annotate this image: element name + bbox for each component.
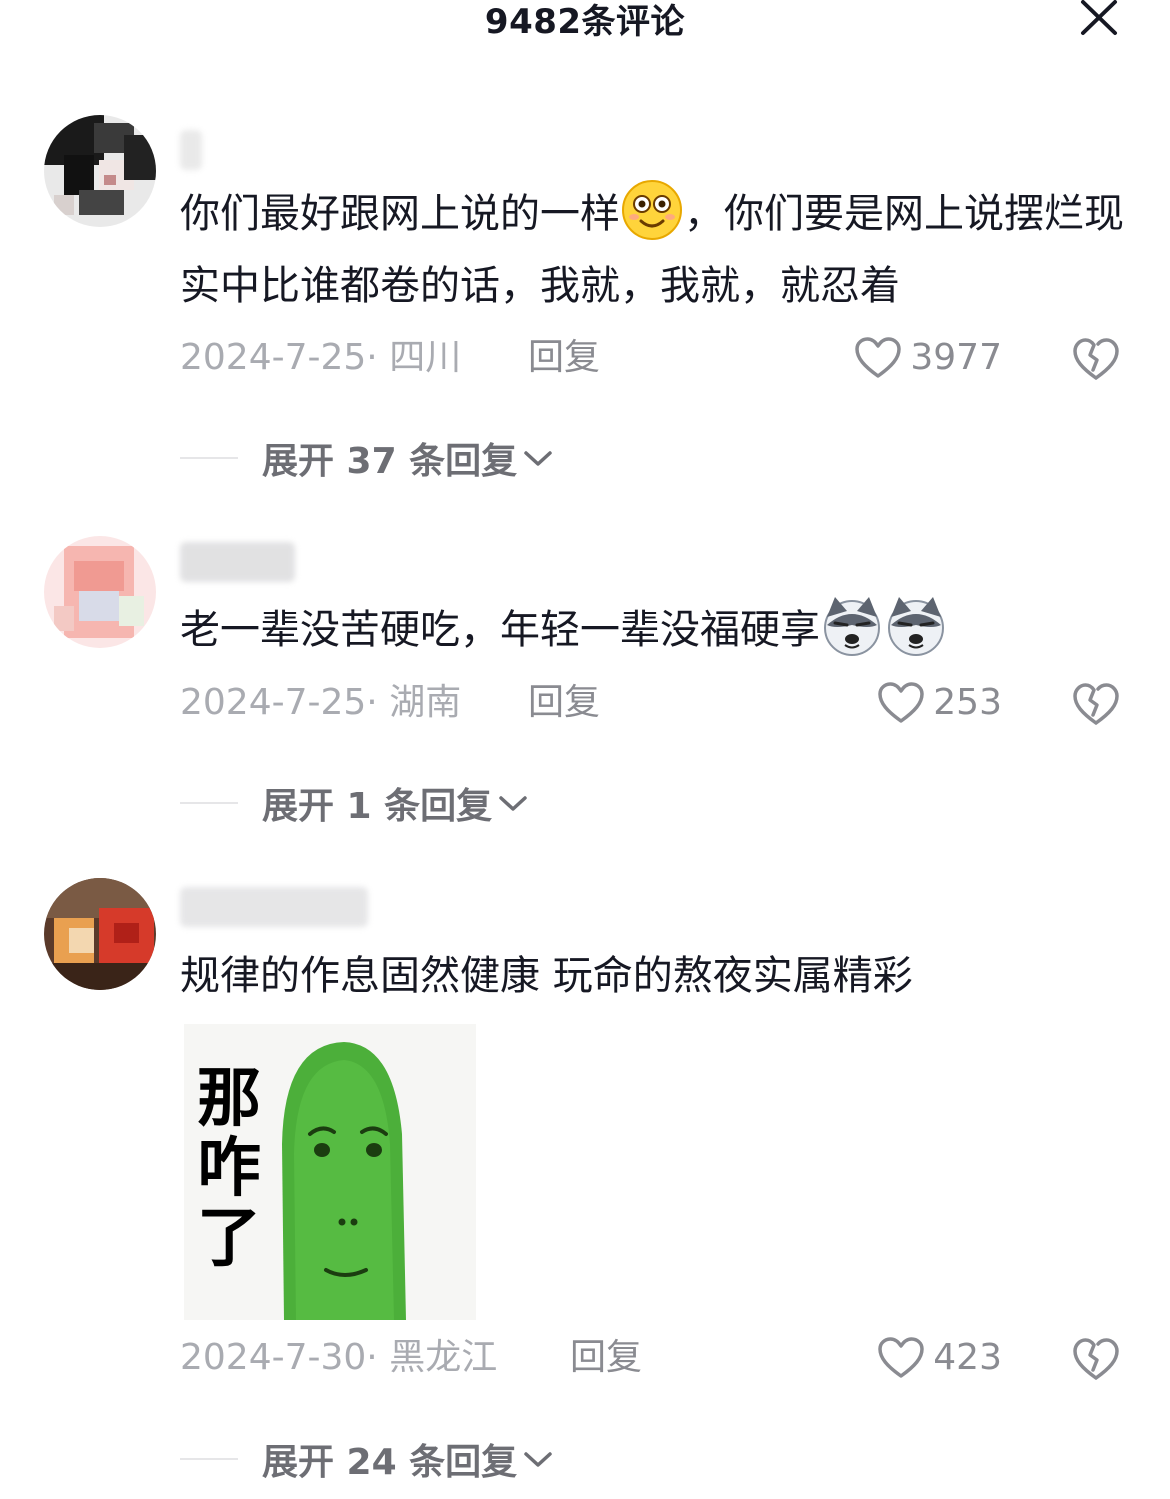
- username-blurred[interactable]: [180, 542, 295, 582]
- expand-replies-button[interactable]: 展开 37 条回复: [180, 432, 555, 484]
- avatar[interactable]: [44, 878, 156, 990]
- chevron-down-icon: [524, 1452, 552, 1467]
- divider-line: [180, 457, 238, 459]
- heart-icon: [855, 337, 902, 378]
- expand-replies-label: 展开 24 条回复: [262, 1442, 518, 1483]
- sticker-caption: 那咋了: [197, 1062, 261, 1276]
- husky-dog-emoji-icon: [888, 597, 944, 656]
- comment-text: 规律的作息固然健康 玩命的熬夜实属精彩: [180, 940, 1130, 1012]
- comment-count-title: 9482条评论: [484, 2, 686, 42]
- comment-text-part: 规律的作息固然健康 玩命的熬夜实属精彩: [180, 953, 913, 999]
- broken-heart-icon[interactable]: [1072, 1334, 1120, 1382]
- chevron-down-icon: [524, 451, 552, 466]
- broken-heart-icon[interactable]: [1072, 679, 1120, 727]
- broken-heart-icon[interactable]: [1072, 334, 1120, 382]
- smiley-face-emoji-icon: [622, 180, 682, 240]
- expand-replies-label: 展开 1 条回复: [262, 786, 493, 827]
- reply-button[interactable]: 回复: [528, 332, 600, 384]
- like-count: 423: [933, 1337, 1002, 1378]
- comment-text: 你们最好跟网上说的一样 ，你们要是网上说摆烂现实中比谁都卷的话，我就，我就，就忍…: [180, 178, 1130, 322]
- username-blurred[interactable]: [180, 130, 202, 170]
- username-blurred[interactable]: [180, 887, 368, 927]
- like-button[interactable]: 423: [877, 1332, 1002, 1384]
- comment-text-part: 你们最好跟网上说的一样: [180, 191, 620, 237]
- expand-replies-button[interactable]: 展开 24 条回复: [180, 1433, 555, 1485]
- comment-meta: 2024-7-30· 黑龙江 回复 423: [180, 1332, 1120, 1384]
- close-icon[interactable]: [1078, 0, 1120, 36]
- like-count: 3977: [910, 337, 1002, 378]
- like-button[interactable]: 3977: [854, 332, 1002, 384]
- divider-line: [180, 802, 238, 804]
- sticker-image[interactable]: 那咋了: [184, 1024, 476, 1320]
- reply-button[interactable]: 回复: [528, 677, 600, 729]
- comment-text: 老一辈没苦硬吃，年轻一辈没福硬享: [180, 594, 1130, 666]
- chevron-down-icon: [499, 796, 527, 811]
- date-location: 2024-7-30· 黑龙江: [180, 1337, 498, 1378]
- comment-meta: 2024-7-25· 四川 回复 3977: [180, 332, 1120, 384]
- comment-text-part: 老一辈没苦硬吃，年轻一辈没福硬享: [180, 607, 820, 653]
- expand-replies-label: 展开 37 条回复: [262, 441, 518, 482]
- heart-icon: [878, 682, 925, 723]
- husky-dog-emoji-icon: [824, 597, 880, 656]
- divider-line: [180, 1458, 238, 1460]
- avatar[interactable]: [44, 115, 156, 227]
- like-count: 253: [933, 682, 1002, 723]
- reply-button[interactable]: 回复: [570, 1332, 642, 1384]
- date-location: 2024-7-25· 四川: [180, 337, 462, 378]
- date-location: 2024-7-25· 湖南: [180, 682, 462, 723]
- heart-icon: [878, 1337, 925, 1378]
- comments-header: 9482条评论: [0, 0, 1170, 60]
- avatar[interactable]: [44, 536, 156, 648]
- expand-replies-button[interactable]: 展开 1 条回复: [180, 777, 530, 829]
- comment-meta: 2024-7-25· 湖南 回复 253: [180, 677, 1120, 729]
- like-button[interactable]: 253: [877, 677, 1002, 729]
